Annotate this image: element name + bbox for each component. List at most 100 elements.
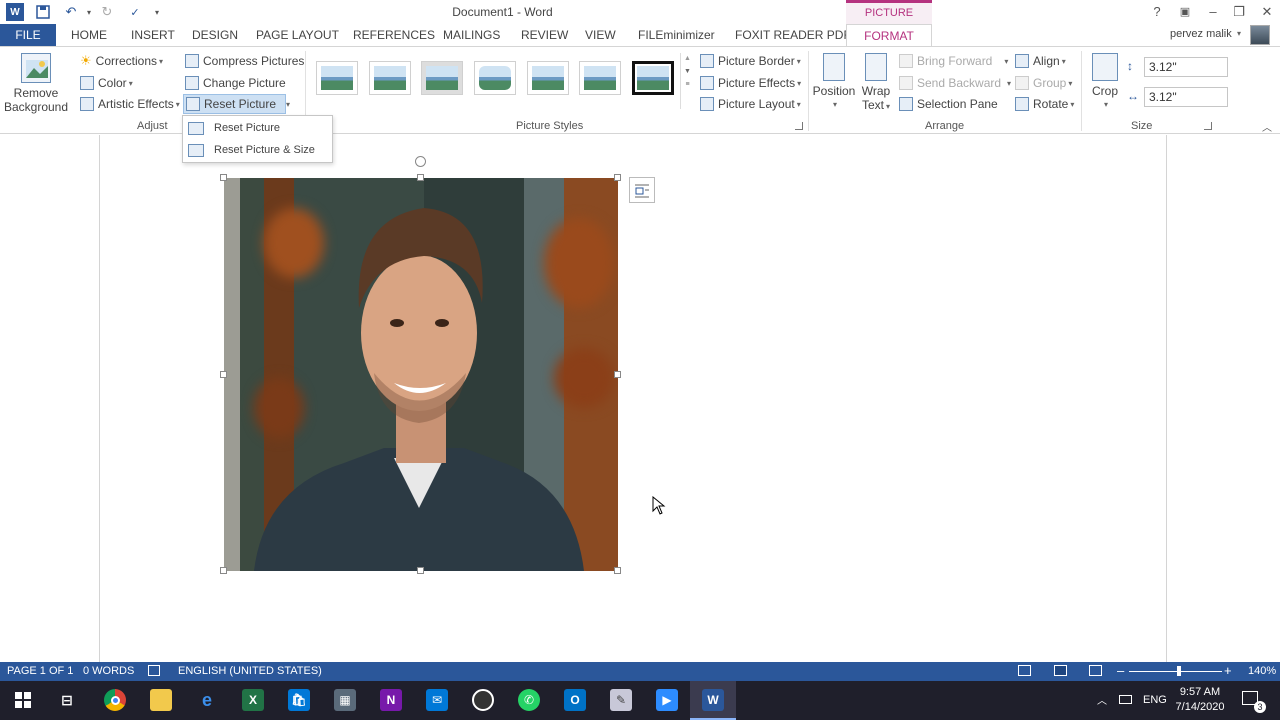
gallery-scroll[interactable]: ▲ ▼ ≡ <box>680 53 694 109</box>
tab-page-layout[interactable]: PAGE LAYOUT <box>256 24 339 46</box>
tab-references[interactable]: REFERENCES <box>353 24 435 46</box>
input-language[interactable]: ENG <box>1143 694 1167 706</box>
avatar[interactable] <box>1250 25 1270 45</box>
tab-review[interactable]: REVIEW <box>521 24 568 46</box>
file-explorer-icon[interactable] <box>150 689 172 711</box>
edge-icon[interactable]: e <box>196 689 218 711</box>
compress-pictures-button[interactable]: Compress Pictures <box>185 51 304 71</box>
picture-effects-button[interactable]: Picture Effects ▾ <box>700 73 801 93</box>
picture-style-6[interactable] <box>579 61 621 95</box>
resize-handle-top-right[interactable] <box>614 174 621 181</box>
picture-border-button[interactable]: Picture Border ▾ <box>700 51 801 71</box>
layout-options-button[interactable] <box>629 177 655 203</box>
artistic-effects-button[interactable]: Artistic Effects ▾ <box>80 94 180 114</box>
windows-start-icon[interactable] <box>12 689 34 711</box>
battery-icon[interactable] <box>1119 695 1132 704</box>
bring-forward-button[interactable]: Bring Forward ▾ <box>899 51 1008 71</box>
tab-view[interactable]: VIEW <box>585 24 616 46</box>
word-count[interactable]: 0 WORDS <box>83 665 134 677</box>
rotate-handle-icon[interactable] <box>415 156 426 167</box>
resize-handle-top-left[interactable] <box>220 174 227 181</box>
language-status[interactable]: ENGLISH (UNITED STATES) <box>178 665 322 677</box>
web-layout-icon[interactable] <box>1089 665 1102 676</box>
zoom-slider[interactable] <box>1129 671 1222 672</box>
resize-handle-top[interactable] <box>417 174 424 181</box>
gallery-more-icon[interactable]: ≡ <box>681 81 694 88</box>
help-button[interactable]: ? <box>1146 2 1168 22</box>
resize-handle-bottom-left[interactable] <box>220 567 227 574</box>
picture-style-1[interactable] <box>316 61 358 95</box>
tab-format[interactable]: FORMAT <box>846 24 932 47</box>
excel-icon[interactable]: X <box>242 689 264 711</box>
resize-handle-right[interactable] <box>614 371 621 378</box>
selected-picture[interactable] <box>224 178 618 571</box>
align-button[interactable]: Align ▾ <box>1015 51 1066 71</box>
resize-handle-bottom-right[interactable] <box>614 567 621 574</box>
rotate-button[interactable]: Rotate ▾ <box>1015 94 1074 114</box>
picture-style-4[interactable] <box>474 61 516 95</box>
picture-style-7[interactable] <box>632 61 674 95</box>
zoom-out-button[interactable]: – <box>1117 663 1124 678</box>
tab-foxit-reader-pdf[interactable]: FOXIT READER PDF <box>735 24 851 46</box>
clock[interactable]: 9:57 AM 7/14/2020 <box>1170 685 1230 715</box>
send-backward-button[interactable]: Send Backward ▾ <box>899 73 1011 93</box>
store-icon[interactable]: 🛍 <box>288 689 310 711</box>
outlook-icon[interactable]: O <box>564 689 586 711</box>
task-view-icon[interactable]: ⊟ <box>56 689 78 711</box>
zoom-in-button[interactable]: + <box>1224 663 1232 678</box>
tab-design[interactable]: DESIGN <box>192 24 238 46</box>
reset-picture-button[interactable]: Reset Picture ▾ <box>183 94 290 114</box>
width-input[interactable]: 3.12" <box>1144 87 1228 107</box>
reset-picture-dropdown-icon[interactable]: ▾ <box>286 100 290 109</box>
zoom-level[interactable]: 140% <box>1248 665 1276 677</box>
tab-mailings[interactable]: MAILINGS <box>443 24 500 46</box>
show-hidden-icons-icon[interactable]: ︿ <box>1097 692 1107 707</box>
collapse-ribbon-icon[interactable]: ︿ <box>1262 119 1272 134</box>
proofing-icon[interactable] <box>148 665 160 676</box>
ribbon-display-options-icon[interactable]: ▣ <box>1174 2 1196 22</box>
tab-file[interactable]: FILE <box>0 24 56 46</box>
color-button[interactable]: Color ▾ <box>80 73 133 93</box>
restore-button[interactable]: ❐ <box>1228 2 1250 22</box>
whatsapp-icon[interactable]: ✆ <box>518 689 540 711</box>
height-input[interactable]: 3.12" <box>1144 57 1228 77</box>
picture-style-3[interactable] <box>421 61 463 95</box>
crop-button[interactable]: Crop ▾ <box>1088 53 1122 112</box>
zoom-slider-thumb[interactable] <box>1177 666 1181 676</box>
user-dropdown-icon[interactable]: ▾ <box>1237 29 1241 38</box>
picture-styles-dialog-launcher-icon[interactable] <box>795 122 803 130</box>
menu-item-reset-picture[interactable]: Reset Picture <box>186 117 330 139</box>
page-count[interactable]: PAGE 1 OF 1 <box>7 665 73 677</box>
selection-pane-button[interactable]: Selection Pane <box>899 94 998 114</box>
print-layout-icon[interactable] <box>1054 665 1067 676</box>
zoom-app-icon[interactable]: ▶ <box>656 689 678 711</box>
mail-icon[interactable]: ✉ <box>426 689 448 711</box>
onenote-icon[interactable]: N <box>380 689 402 711</box>
picture-layout-button[interactable]: Picture Layout ▾ <box>700 94 801 114</box>
paint-icon[interactable]: ✎ <box>610 689 632 711</box>
app-icon[interactable] <box>472 689 494 711</box>
read-mode-icon[interactable] <box>1018 665 1031 676</box>
picture-style-5[interactable] <box>527 61 569 95</box>
picture-style-2[interactable] <box>369 61 411 95</box>
tab-fileminimizer[interactable]: FILEminimizer <box>638 24 715 46</box>
group-button[interactable]: Group ▾ <box>1015 73 1072 93</box>
user-name[interactable]: pervez malik <box>1170 28 1232 40</box>
size-dialog-launcher-icon[interactable] <box>1204 122 1212 130</box>
resize-handle-bottom[interactable] <box>417 567 424 574</box>
resize-handle-left[interactable] <box>220 371 227 378</box>
wrap-text-button[interactable]: Wrap Text ▾ <box>858 53 894 114</box>
corrections-button[interactable]: ☀ Corrections ▾ <box>80 51 163 71</box>
menu-item-reset-picture-and-size[interactable]: Reset Picture & Size <box>186 139 330 161</box>
change-picture-button[interactable]: Change Picture <box>185 73 286 93</box>
gallery-down-icon[interactable]: ▼ <box>681 68 694 75</box>
word-taskbar-item[interactable]: W <box>690 681 736 720</box>
minimize-button[interactable]: – <box>1202 2 1224 22</box>
close-button[interactable]: ✕ <box>1256 2 1278 22</box>
calculator-icon[interactable]: ▦ <box>334 689 356 711</box>
tab-insert[interactable]: INSERT <box>131 24 175 46</box>
tab-home[interactable]: HOME <box>71 24 107 46</box>
remove-background-button[interactable]: Remove Background <box>4 53 68 114</box>
chrome-icon[interactable] <box>104 689 126 711</box>
gallery-up-icon[interactable]: ▲ <box>681 55 694 62</box>
